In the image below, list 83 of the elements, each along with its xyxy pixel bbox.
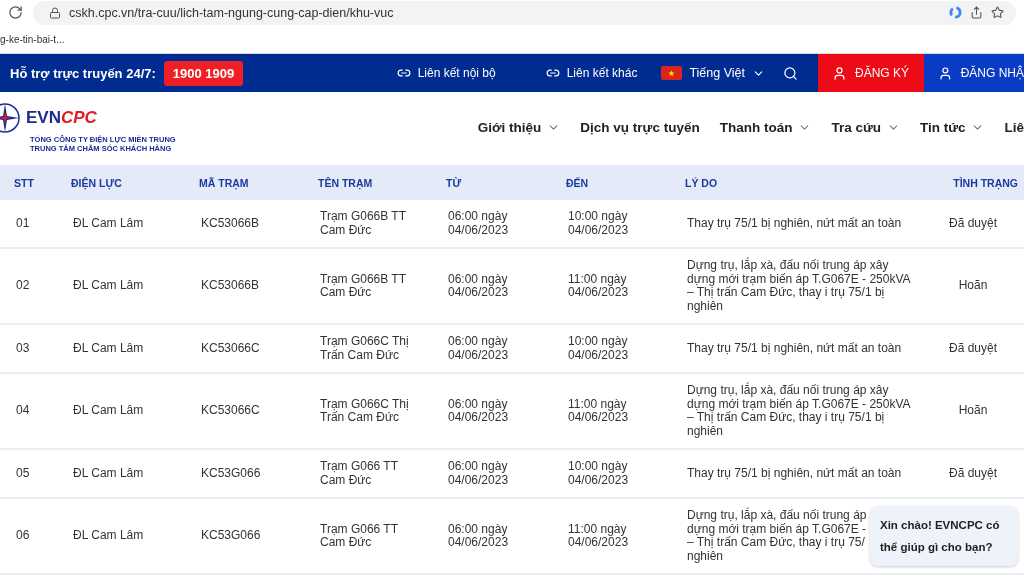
table-cell-text: 10:00 ngày 04/06/2023 <box>568 460 630 487</box>
table-cell-text: KC53066C <box>201 404 261 418</box>
table-cell-text: KC53G066 <box>201 466 262 481</box>
table-cell-text: ĐL Cam Lâm <box>73 216 145 231</box>
nav-item[interactable]: Liê <box>1004 119 1024 135</box>
table-cell: Dựng trụ, lắp xà, đấu nối trung áp xây dựng mới trạm biến áp T.G067E - 250kVA – Thị trấn Cam Đức, thay i trụ 75/1 bị nghiên <box>687 259 911 313</box>
table-cell-text: 11:00 ngày 04/06/2023 <box>568 397 630 425</box>
table-cell-text: 06:00 ngày 04/06/2023 <box>448 335 510 362</box>
nav-item[interactable]: Thanh toán <box>719 119 812 135</box>
bookmark-link[interactable]: g-ke-tin-bai-t... <box>0 33 65 45</box>
table-cell-text: Trạm G066C Thị Trấn Cam Đức <box>320 335 410 362</box>
table-cell-text: 03 <box>16 341 31 356</box>
user-icon <box>938 65 953 81</box>
table-cell-text: 06 <box>16 529 31 543</box>
table-cell-text: 06:00 ngày 04/06/2023 <box>448 460 510 487</box>
table-cell: Thay trụ 75/1 bị nghiên, nứt mất an toàn <box>687 466 902 481</box>
link-icon <box>396 66 411 80</box>
table-cell-text: Đã duyệt <box>948 216 998 231</box>
table-cell-text: 05 <box>16 466 31 481</box>
table-cell-text: KC53066B <box>201 216 261 231</box>
table-cell-text: 11:00 ngày 04/06/2023 <box>568 272 630 300</box>
table-cell-text: Đã duyệt <box>948 341 998 356</box>
table-cell-text: ĐL Cam Lâm <box>73 466 145 481</box>
table-cell-text: Hoãn <box>957 404 989 418</box>
table-cell-text: KC53066B <box>201 279 261 293</box>
table-cell-text: Hoãn <box>957 279 989 293</box>
column-header: STT <box>14 176 35 189</box>
table-cell-text: 06:00 ngày 04/06/2023 <box>448 397 510 425</box>
table-cell-text: Trạm G066B TT Cam Đức <box>320 272 407 300</box>
table-cell-text: KC53066C <box>201 341 261 356</box>
table-cell-text: 01 <box>16 216 31 231</box>
table-cell-text: Trạm G066 TT Cam Đức <box>320 460 399 487</box>
table-cell-text: 06:00 ngày 04/06/2023 <box>448 272 510 300</box>
table-cell-text: Trạm G066 TT Cam Đức <box>320 522 399 550</box>
nav-item[interactable]: Giới thiệu <box>477 119 561 135</box>
login-button[interactable]: ĐĂNG NHẬ <box>924 54 1024 92</box>
table-cell-text: 10:00 ngày 04/06/2023 <box>568 335 630 362</box>
table-cell-text: 11:00 ngày 04/06/2023 <box>568 522 630 550</box>
table-cell-text: Trạm G066B TT Cam Đức <box>320 210 407 237</box>
language-select[interactable]: Tiếng Việt <box>661 66 765 80</box>
table-cell-text: 04 <box>16 404 31 418</box>
search-icon[interactable] <box>783 65 798 81</box>
table-cell-text: 10:00 ngày 04/06/2023 <box>568 210 630 237</box>
address-bar[interactable]: cskh.cpc.vn/tra-cuu/lich-tam-ngung-cung-cap-dien/khu-vuc <box>33 0 1016 25</box>
column-header: MÃ TRẠM <box>199 176 250 189</box>
star-icon[interactable] <box>991 6 1004 19</box>
logo-text: EVNCPC <box>26 108 97 128</box>
hotline-label: Hỗ trợ trực truyến 24/7: <box>10 65 156 81</box>
table-cell: Thay trụ 75/1 bị nghiên, nứt mất an toàn <box>687 216 902 231</box>
column-header: ĐIỆN LỰC <box>71 176 123 189</box>
top-link[interactable]: Liên kết nội bộ <box>396 66 496 80</box>
table-cell-text: ĐL Cam Lâm <box>73 341 145 356</box>
table-cell-text: Đã duyệt <box>948 466 998 481</box>
table-cell-text: ĐL Cam Lâm <box>73 279 145 293</box>
lock-icon <box>49 6 61 19</box>
reload-icon[interactable] <box>8 5 23 20</box>
register-button[interactable]: ĐĂNG KÝ <box>818 54 924 92</box>
table-cell-text: ĐL Cam Lâm <box>73 529 145 543</box>
table-cell: Dựng trụ, lắp xà, đấu nối trung áp xây dựng mới trạm biến áp T.G067E - 250kVA – Thị trấn Cam Đức, thay i trụ 75/1 bị nghiên <box>687 384 911 438</box>
link-icon <box>545 66 560 80</box>
column-header: TÌNH TRẠNG <box>952 176 1018 189</box>
table-cell: Dựng trụ, lắp xà, đấu nối trung áp dựng mới trạm biến áp T.G067E - – Thị trấn Cam Đức, thay i trụ 75/ nghiên <box>687 509 867 563</box>
chat-bubble[interactable]: Xin chào! EVNCPC có thể giúp gì cho bạn? <box>870 506 1018 566</box>
column-header: LÝ DO <box>685 176 719 189</box>
share-icon[interactable] <box>970 6 983 19</box>
flag-icon <box>661 66 683 80</box>
table-cell-text: KC53G066 <box>201 529 262 543</box>
column-header: TỪ <box>446 176 463 189</box>
top-link[interactable]: Liên kết khác <box>545 66 638 80</box>
table-cell-text: ĐL Cam Lâm <box>73 404 145 418</box>
column-header: TÊN TRẠM <box>318 176 374 189</box>
nav-item[interactable]: Tin tức <box>919 119 985 135</box>
logo-icon <box>0 101 22 135</box>
hotline-badge[interactable]: 1900 1909 <box>163 60 244 86</box>
table-cell-text: 02 <box>16 279 31 293</box>
table-cell-text: 06:00 ngày 04/06/2023 <box>448 210 510 237</box>
nav-item[interactable]: Tra cứu <box>831 119 900 135</box>
table-cell-text: 06:00 ngày 04/06/2023 <box>448 522 510 550</box>
column-header: ĐẾN <box>566 176 590 189</box>
table-cell: Thay trụ 75/1 bị nghiên, nứt mất an toàn <box>687 341 902 356</box>
user-icon <box>832 65 847 81</box>
nav-item[interactable]: Dịch vụ trực tuyến <box>580 119 700 135</box>
table-cell-text: Trạm G066C Thị Trấn Cam Đức <box>320 397 410 425</box>
